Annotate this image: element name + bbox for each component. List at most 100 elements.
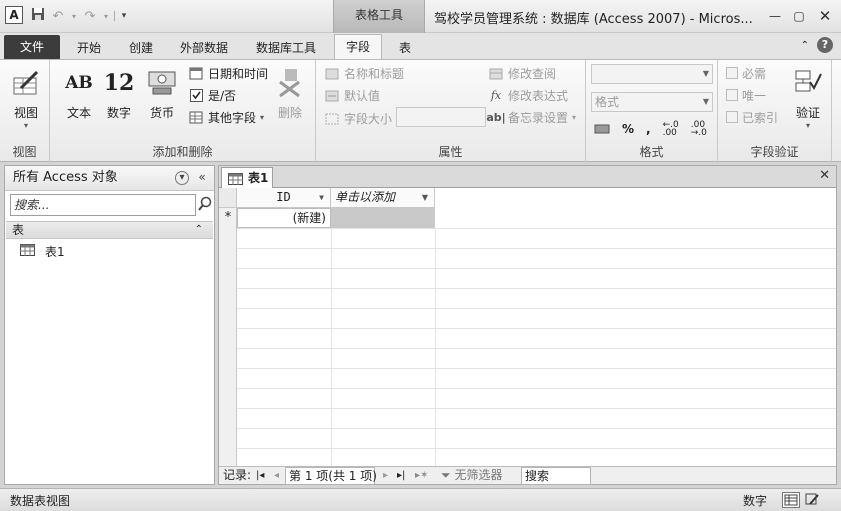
customize-qat-icon[interactable]: ▾: [114, 11, 130, 21]
group-collapse-icon[interactable]: ⌃: [195, 222, 203, 238]
currency-format-icon[interactable]: [594, 122, 610, 136]
yesno-field-button[interactable]: 是/否: [188, 86, 236, 104]
number-field-button[interactable]: 12 数字: [102, 66, 136, 121]
text-field-button[interactable]: AB 文本: [62, 66, 96, 121]
undo-icon[interactable]: ↶: [50, 9, 66, 24]
grid-row-line: [237, 268, 836, 269]
currency-field-button[interactable]: 货币: [144, 66, 180, 121]
select-all-corner[interactable]: [219, 188, 237, 208]
filter-status[interactable]: ⏷ 无筛选器: [441, 467, 502, 485]
delete-field-label: 删除: [277, 106, 302, 120]
tab-fields[interactable]: 字段: [334, 34, 382, 59]
datasheet-grid[interactable]: ID ▼ 单击以添加 ▼ * (新建): [219, 188, 836, 466]
close-document-icon[interactable]: ✕: [819, 168, 830, 183]
nav-collapse-icon[interactable]: «: [195, 171, 209, 185]
unique-checkbox[interactable]: 唯一: [726, 86, 766, 104]
nav-item-table1[interactable]: 表1: [20, 243, 65, 260]
ribbon-tab-bar: 文件 开始 创建 外部数据 数据库工具 字段 表 ⌃ ?: [0, 33, 841, 59]
nav-dropdown-icon[interactable]: ▾: [175, 171, 189, 185]
search-icon[interactable]: [197, 196, 213, 212]
next-record-icon[interactable]: ▸: [383, 467, 388, 485]
more-fields-button[interactable]: 其他字段 ▾: [188, 108, 264, 126]
modify-expression-button[interactable]: fx 修改表达式: [488, 86, 568, 104]
tab-create[interactable]: 创建: [118, 37, 164, 59]
new-record-id-cell[interactable]: (新建): [237, 208, 331, 228]
format-group-label: 格式: [639, 145, 664, 159]
column-add-dropdown-icon[interactable]: ▼: [422, 188, 428, 207]
undo-dropdown-icon[interactable]: ▾: [70, 12, 78, 21]
text-field-label: 文本: [66, 106, 91, 120]
column-header-id[interactable]: ID ▼: [237, 188, 331, 208]
context-tab-group-label: 表格工具: [333, 0, 425, 33]
new-record-add-cell[interactable]: [331, 208, 435, 228]
tabbar-right-controls: ⌃ ?: [801, 37, 833, 53]
increase-decimals-icon[interactable]: ←.0.00: [663, 121, 679, 138]
data-type-combo[interactable]: ▼: [591, 64, 713, 84]
unique-checkbox-box[interactable]: [726, 89, 738, 101]
navigation-pane: 所有 Access 对象 ▾ « 搜索... 表 ⌃ 表1: [4, 165, 215, 485]
access-app-icon[interactable]: A: [5, 6, 23, 24]
datasheet-view-status-icon[interactable]: [782, 492, 800, 508]
name-caption-label: 名称和标题: [344, 66, 405, 81]
modify-lookups-button[interactable]: 修改查阅: [488, 64, 556, 82]
datetime-field-button[interactable]: 日期和时间: [188, 64, 268, 82]
format-dropdown-icon: ▼: [702, 97, 709, 106]
quick-access-toolbar: ↶ ▾ ↷ ▾ ▾: [30, 6, 130, 26]
properties-group-label: 属性: [438, 145, 463, 159]
required-checkbox[interactable]: 必需: [726, 64, 766, 82]
save-icon[interactable]: [30, 7, 46, 25]
tab-file[interactable]: 文件: [4, 35, 60, 59]
new-record-icon[interactable]: ▸✶: [415, 467, 428, 485]
decrease-decimals-icon[interactable]: .00 →.0: [691, 121, 707, 138]
maximize-button[interactable]: ▢: [789, 8, 809, 24]
tab-external-data[interactable]: 外部数据: [170, 37, 238, 59]
add-delete-group-label: 添加和删除: [152, 145, 213, 159]
validation-button[interactable]: 验证 ▾: [790, 66, 826, 130]
memo-ab-icon: ab|: [486, 110, 506, 124]
indexed-checkbox-box[interactable]: [726, 111, 738, 123]
modify-lookups-label: 修改查阅: [508, 66, 557, 81]
record-position-input[interactable]: 第 1 项(共 1 项): [285, 467, 377, 485]
properties-group: 名称和标题 默认值 字段大小 修改查阅 fx 修改表达式 ab| 备忘录设置 ▾…: [316, 60, 586, 163]
format-combo[interactable]: 格式 ▼: [591, 92, 713, 112]
memo-settings-button[interactable]: ab| 备忘录设置 ▾: [486, 108, 576, 126]
view-button[interactable]: 视图 ▾: [6, 66, 46, 130]
tab-home[interactable]: 开始: [66, 37, 112, 59]
tab-database-tools[interactable]: 数据库工具: [244, 37, 328, 59]
help-icon[interactable]: ?: [817, 37, 833, 53]
view-dropdown-icon: ▾: [23, 121, 28, 130]
redo-dropdown-icon[interactable]: ▾: [102, 12, 110, 21]
minimize-ribbon-icon[interactable]: ⌃: [801, 40, 809, 51]
record-search-input[interactable]: 搜索: [521, 467, 591, 485]
nav-item-label: 表1: [45, 245, 65, 259]
redo-icon[interactable]: ↷: [82, 9, 98, 24]
view-group: 视图 ▾ 视图: [0, 60, 50, 163]
field-validation-group: 必需 唯一 已索引 验证 ▾ 字段验证: [718, 60, 832, 163]
comma-format-button[interactable]: ,: [646, 122, 651, 136]
default-value-button[interactable]: 默认值: [324, 86, 380, 104]
delete-field-button[interactable]: 删除: [272, 66, 308, 121]
required-checkbox-box[interactable]: [726, 67, 738, 79]
indexed-checkbox[interactable]: 已索引: [726, 108, 778, 126]
grid-column-line: [435, 228, 436, 466]
percent-format-button[interactable]: %: [622, 122, 634, 136]
column-id-dropdown-icon[interactable]: ▼: [319, 188, 324, 207]
nav-pane-header[interactable]: 所有 Access 对象 ▾ «: [5, 166, 214, 191]
field-size-input[interactable]: [396, 107, 486, 127]
grid-row-line: [237, 368, 836, 369]
nav-search-input[interactable]: 搜索...: [10, 194, 196, 216]
document-tab-table1[interactable]: 表1: [221, 167, 273, 189]
tab-table[interactable]: 表: [388, 37, 422, 59]
column-header-click-to-add[interactable]: 单击以添加 ▼: [331, 188, 435, 208]
field-size-label: 字段大小: [344, 111, 393, 126]
name-caption-button[interactable]: 名称和标题: [324, 64, 404, 82]
minimize-button[interactable]: —: [765, 8, 785, 24]
previous-record-icon[interactable]: ◂: [274, 467, 279, 485]
memo-settings-label: 备忘录设置: [508, 110, 569, 125]
design-view-status-icon[interactable]: [804, 492, 822, 508]
nav-group-tables[interactable]: 表 ⌃: [6, 221, 213, 239]
field-validation-group-label: 字段验证: [750, 145, 799, 159]
close-button[interactable]: ✕: [815, 8, 835, 24]
last-record-icon[interactable]: ▸|: [397, 467, 405, 485]
first-record-icon[interactable]: |◂: [256, 467, 264, 485]
